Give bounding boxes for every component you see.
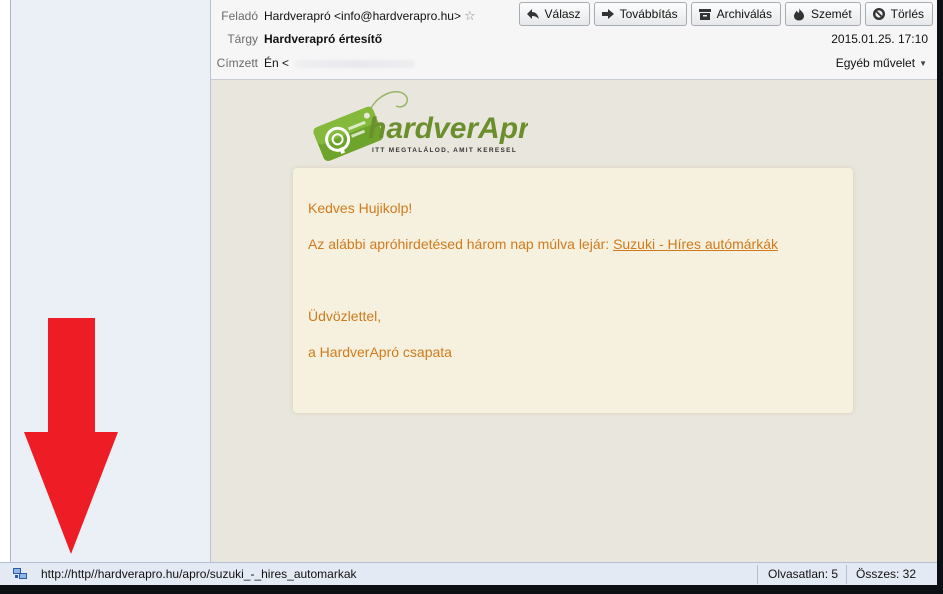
ad-link[interactable]: Suzuki - Híres autómárkák — [613, 236, 778, 252]
flame-icon — [792, 7, 806, 21]
total-count: Összes: 32 — [856, 567, 917, 581]
to-label: Címzett — [216, 56, 258, 70]
status-url: http://http//hardverapro.hu/apro/suzuki_… — [41, 567, 357, 581]
greeting-text: Kedves Hujikolp! — [308, 200, 413, 216]
from-value[interactable]: Hardverapró <info@hardverapro.hu> ☆ — [264, 5, 476, 27]
message-header: Feladó Hardverapró <info@hardverapro.hu>… — [211, 0, 937, 80]
delete-button[interactable]: Törlés — [864, 2, 933, 26]
reply-icon — [526, 7, 540, 21]
archive-button[interactable]: Archiválás — [690, 2, 781, 26]
reply-button[interactable]: Válasz — [518, 2, 590, 26]
mail-window: Feladó Hardverapró <info@hardverapro.hu>… — [0, 0, 937, 594]
message-toolbar: Válasz Továbbítás Archiválás Szemét Törl… — [518, 2, 933, 26]
junk-button[interactable]: Szemét — [784, 2, 861, 26]
status-divider — [846, 565, 847, 584]
taskbar-edge — [0, 585, 943, 594]
caret-down-icon: ▼ — [919, 58, 927, 68]
closing-text: Üdvözlettel, — [308, 308, 382, 324]
from-row: Feladó Hardverapró <info@hardverapro.hu>… — [211, 5, 541, 27]
subject-label: Tárgy — [227, 32, 258, 46]
redacted-address — [295, 59, 416, 68]
star-icon[interactable]: ☆ — [464, 8, 476, 23]
to-row: Címzett Én < — [211, 52, 541, 74]
message-body: hardverApró ITT MEGTALÁLOD, AMIT KERESEL… — [211, 80, 937, 562]
subject-value: Hardverapró értesítő — [264, 32, 383, 46]
hardverapro-logo: hardverApró ITT MEGTALÁLOD, AMIT KERESEL — [308, 84, 548, 164]
network-icon — [12, 567, 28, 581]
message-date: 2015.01.25. 17:10 — [831, 32, 928, 46]
unread-count: Olvasatlan: 5 — [768, 567, 839, 581]
from-label: Feladó — [221, 9, 258, 23]
more-actions-menu[interactable]: Egyéb művelet ▼ — [836, 52, 927, 75]
signature-text: a HardverApró csapata — [308, 344, 452, 360]
logo-tagline: ITT MEGTALÁLOD, AMIT KERESEL — [372, 145, 517, 154]
window-edge — [0, 0, 10, 562]
status-divider — [757, 565, 758, 584]
forward-icon — [601, 7, 615, 21]
delete-icon — [872, 7, 886, 21]
notice-paragraph: Az alábbi apróhirdetésed három nap múlva… — [308, 236, 778, 252]
subject-row: Tárgy Hardverapró értesítő — [211, 28, 541, 50]
sender-address[interactable]: Hardverapró <info@hardverapro.hu> — [264, 9, 461, 23]
archive-icon — [698, 7, 712, 21]
notice-text: Az alábbi apróhirdetésed három nap múlva… — [308, 236, 610, 252]
message-card: Kedves Hujikolp! Az alábbi apróhirdetése… — [293, 168, 853, 413]
status-bar: http://http//hardverapro.hu/apro/suzuki_… — [0, 562, 937, 585]
red-arrow-annotation — [24, 318, 118, 554]
to-value[interactable]: Én < — [264, 52, 416, 74]
forward-button[interactable]: Továbbítás — [593, 2, 687, 26]
logo-wordmark: hardverApró — [368, 112, 528, 145]
